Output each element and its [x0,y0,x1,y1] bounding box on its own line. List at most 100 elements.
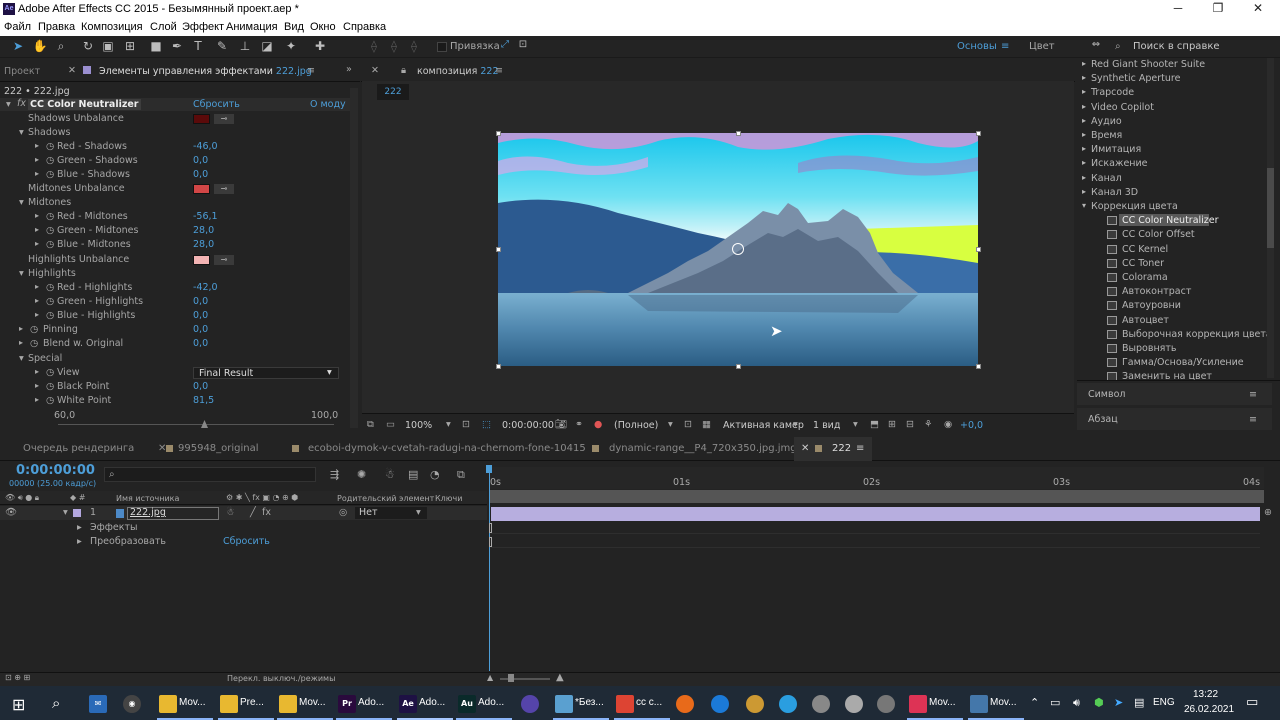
files-icon[interactable] [877,695,895,713]
effects-keyframe-marker[interactable] [489,523,492,533]
pixel-aspect-icon[interactable]: ⬒ [870,419,879,430]
layer-duration-bar[interactable] [491,507,1260,521]
special-collapse-icon[interactable]: ▾ [19,353,24,364]
menu-window[interactable]: Окно [310,21,336,33]
tab-995948[interactable]: 995948_original [178,443,259,454]
red-shadows-expand-icon[interactable]: ▸ [35,141,39,150]
zoom-tool-icon[interactable]: ⌕ [53,39,69,54]
mail-icon[interactable]: ✉ [89,695,107,713]
character-panel-menu-icon[interactable]: ≡ [1249,389,1257,400]
taskbar-item-label[interactable]: Mov... [299,697,325,708]
tray-date[interactable]: 26.02.2021 [1184,704,1234,715]
effect-about-link[interactable]: О моду [310,99,346,110]
effect-category[interactable]: Synthetic Aperture [1091,73,1180,84]
menu-layer[interactable]: Слой [150,21,177,33]
effect-category[interactable]: Имитация [1091,144,1141,155]
obs-icon[interactable]: ◉ [123,695,141,713]
transform-handle-br[interactable] [976,364,981,369]
effect-item[interactable]: CC Kernel [1122,244,1168,255]
red-highlights-expand-icon[interactable]: ▸ [35,282,39,291]
green-highlights-stopwatch-icon[interactable]: ◷ [46,296,54,307]
panel-close-icon[interactable]: ✕ [68,65,76,76]
movavi-icon[interactable] [909,695,927,713]
camera-dropdown-icon[interactable]: ▾ [793,419,798,430]
white-point-slider-track[interactable] [58,424,334,425]
category-expand-icon[interactable]: ▸ [1082,59,1086,68]
chrome-icon[interactable] [616,695,634,713]
clone-stamp-tool-icon[interactable]: ⊥ [237,39,253,53]
category-expand-icon[interactable]: ▸ [1082,130,1086,139]
effect-item[interactable]: Colorama [1122,272,1168,283]
effects-expand-icon[interactable]: ▸ [77,522,82,533]
tab-composition[interactable]: композиция 222 [417,66,499,77]
current-time[interactable]: 0:00:00:00 [16,463,95,478]
firefox-icon[interactable] [676,695,694,713]
frame-blending-icon[interactable]: ▤ [408,468,418,481]
type-tool-icon[interactable]: T [190,39,206,53]
category-collapse-icon[interactable]: ▾ [1082,201,1086,210]
blend-w-original-stopwatch-icon[interactable]: ◷ [30,338,38,349]
premiere-icon[interactable]: Pr [338,695,356,713]
blue-shadows-value[interactable]: 0,0 [193,169,208,180]
effect-item[interactable]: CC Toner [1122,258,1164,269]
timeline-icon[interactable]: ⊟ [906,419,914,430]
snapshot-icon[interactable]: 📷︎ [555,419,567,430]
workspace-basic[interactable]: Основы [957,41,997,52]
comp-close-icon[interactable]: ✕ [371,65,379,76]
region-icon[interactable]: ⬚ [482,419,491,430]
effect-category[interactable]: Trapcode [1091,87,1134,98]
tray-network-icon[interactable]: ▤ [1134,696,1144,709]
taskbar-item-label[interactable]: Mov... [929,697,955,708]
black-point-value[interactable]: 0,0 [193,381,208,392]
zoom-dropdown-icon[interactable]: ▾ [446,419,451,430]
category-expand-icon[interactable]: ▸ [1082,73,1086,82]
selection-tool-icon[interactable]: ➤ [10,39,26,53]
maximize-button[interactable]: ❐ [1208,1,1228,15]
shadows-unbalance-eyedropper-icon[interactable]: ⊸ [214,114,234,124]
category-expand-icon[interactable]: ▸ [1082,187,1086,196]
red-shadows-value[interactable]: -46,0 [193,141,218,152]
category-expand-icon[interactable]: ▸ [1082,173,1086,182]
exposure-reset-icon[interactable]: ◉ [944,419,952,430]
notifications-icon[interactable]: ▭ [1246,695,1258,710]
snap-checkbox[interactable] [437,42,447,52]
tray-security-icon[interactable]: ⬢ [1094,696,1104,709]
transform-handle-l[interactable] [496,247,501,252]
paint-icon[interactable] [746,695,764,713]
effect-item[interactable]: CC Color Offset [1122,229,1195,240]
folder-icon[interactable] [220,695,238,713]
camera-tool-icon[interactable]: ▣ [100,39,116,53]
white-point-stopwatch-icon[interactable]: ◷ [46,395,54,406]
tray-language[interactable]: ENG [1153,697,1175,708]
tray-time[interactable]: 13:22 [1193,689,1218,700]
eraser-tool-icon[interactable]: ◪ [259,39,275,53]
channel-icon[interactable]: ● [594,419,602,430]
windows-start-icon[interactable]: ⊞ [12,695,25,714]
taskbar-item-label[interactable]: *Без... [575,697,604,708]
zoom-select[interactable]: 100% [405,420,432,431]
visual-studio-icon[interactable] [521,695,539,713]
anchor-point-icon[interactable] [732,243,744,255]
comp-menu-icon[interactable]: ≡ [495,65,503,76]
category-expand-icon[interactable]: ▸ [1082,144,1086,153]
folder-icon[interactable] [159,695,177,713]
draft-3d-icon[interactable]: ✺ [357,468,366,481]
transform-keyframe-marker[interactable] [489,537,492,547]
view-stopwatch-icon[interactable]: ◷ [46,367,54,378]
rotate-tool-icon[interactable]: ↻ [80,39,96,53]
menu-help[interactable]: Справка [343,21,386,33]
layer-name[interactable]: 222.jpg [130,507,166,518]
hide-shy-icon[interactable]: ☃ [385,468,395,481]
effect-item[interactable]: Гамма/Основа/Усиление [1122,357,1244,368]
toggle-switches-modes[interactable]: Перекл. выключ./режимы [227,674,335,683]
effect-name[interactable]: CC Color Neutralizer [28,99,141,110]
green-shadows-expand-icon[interactable]: ▸ [35,155,39,164]
layer-fx-icon[interactable]: fx [262,507,271,518]
pinning-stopwatch-icon[interactable]: ◷ [30,324,38,335]
blue-shadows-stopwatch-icon[interactable]: ◷ [46,169,54,180]
always-preview-icon[interactable]: ⧉ [367,419,374,430]
effect-category[interactable]: Искажение [1091,158,1148,169]
blue-highlights-value[interactable]: 0,0 [193,310,208,321]
resolution-dropdown-icon[interactable]: ▾ [668,419,673,430]
layer-expand-icon[interactable]: ▾ [63,507,68,518]
